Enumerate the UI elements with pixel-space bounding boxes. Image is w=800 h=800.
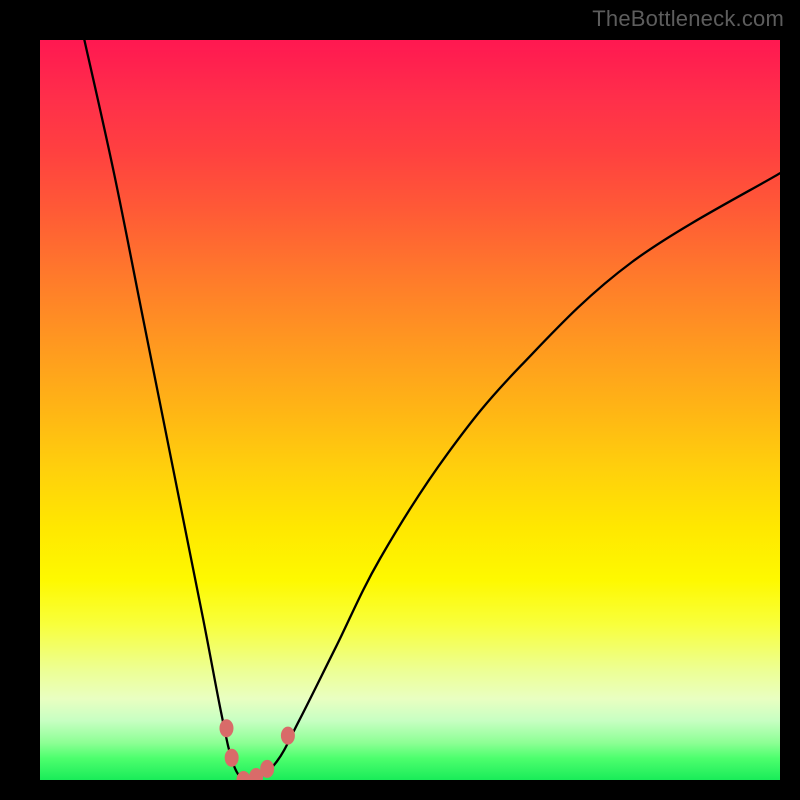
watermark-text: TheBottleneck.com [592, 6, 784, 32]
marker-right-shoulder-lower [260, 760, 274, 778]
plot-area [40, 40, 780, 780]
curve-layer [40, 40, 780, 780]
marker-left-shoulder-lower [225, 749, 239, 767]
marker-trough-left [237, 771, 251, 780]
marker-left-shoulder [219, 719, 233, 737]
marker-right-shoulder [281, 727, 295, 745]
bottleneck-curve [84, 40, 780, 780]
chart-frame: TheBottleneck.com [0, 0, 800, 800]
